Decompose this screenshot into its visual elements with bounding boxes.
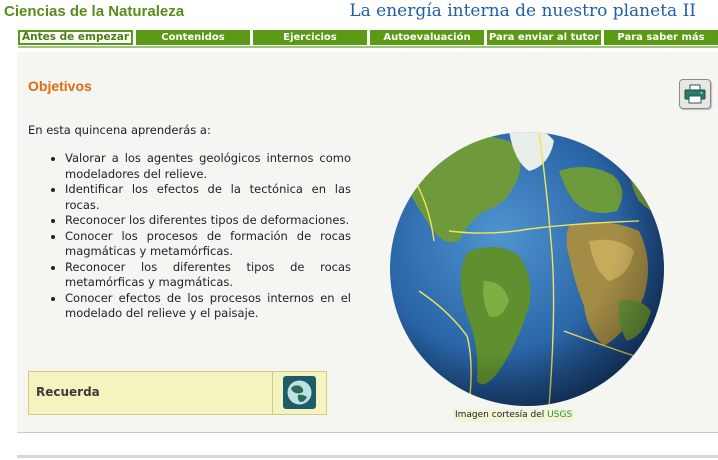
nav-tabs: Antes de empezar Contenidos Ejercicios A… xyxy=(0,28,718,48)
objectives-intro: En esta quincena aprenderás a: xyxy=(28,123,211,137)
recuerda-divider xyxy=(272,372,273,414)
list-item: Identificar los efectos de la tectónica … xyxy=(65,182,351,213)
tab-antes-de-empezar[interactable]: Antes de empezar xyxy=(18,30,133,45)
list-item: Reconocer los diferentes tipos de rocas … xyxy=(65,260,351,291)
recuerda-box[interactable]: Recuerda xyxy=(28,371,327,415)
section-title: Objetivos xyxy=(28,78,92,94)
nav-divider xyxy=(18,46,718,48)
list-item: Reconocer los diferentes tipos de deform… xyxy=(65,213,351,229)
unit-title: La energía interna de nuestro planeta II xyxy=(349,1,696,21)
usgs-link[interactable]: USGS xyxy=(547,410,572,420)
tab-contenidos[interactable]: Contenidos xyxy=(136,30,250,45)
earth-globe-image xyxy=(390,132,664,406)
list-item: Conocer los procesos de formación de roc… xyxy=(65,229,351,260)
objectives-list: Valorar a los agentes geológicos interno… xyxy=(46,151,351,322)
list-item: Conocer efectos de los procesos internos… xyxy=(65,291,351,322)
image-caption: Imagen cortesía del USGS xyxy=(453,409,575,422)
subject-title: Ciencias de la Naturaleza xyxy=(4,3,185,20)
recuerda-label: Recuerda xyxy=(36,385,100,399)
printer-icon xyxy=(684,84,706,104)
globe-icon[interactable] xyxy=(283,376,316,409)
tab-para-enviar-al-tutor[interactable]: Para enviar al tutor xyxy=(487,30,601,45)
footer-divider xyxy=(17,455,718,458)
header: Ciencias de la Naturaleza La energía int… xyxy=(0,0,718,28)
panel-divider xyxy=(17,432,718,433)
list-item: Valorar a los agentes geológicos interno… xyxy=(65,151,351,182)
tab-para-saber-mas[interactable]: Para saber más xyxy=(604,30,718,45)
print-button[interactable] xyxy=(679,79,711,109)
tab-ejercicios[interactable]: Ejercicios xyxy=(253,30,367,45)
tab-autoevaluacion[interactable]: Autoevaluación xyxy=(370,30,484,45)
caption-text: Imagen cortesía del xyxy=(455,410,545,420)
